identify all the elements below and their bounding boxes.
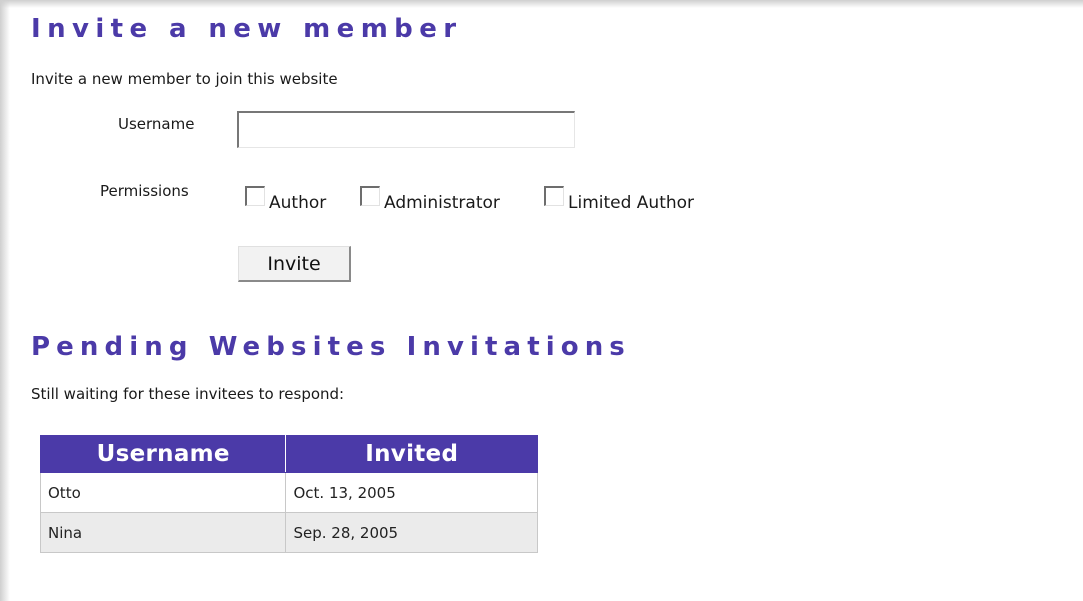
limited-author-checkbox[interactable] xyxy=(544,186,564,206)
invite-button[interactable]: Invite xyxy=(238,246,351,282)
administrator-checkbox[interactable] xyxy=(360,186,380,206)
permissions-label: Permissions xyxy=(100,182,189,200)
permission-administrator[interactable]: Administrator xyxy=(360,186,500,212)
permission-limited-author[interactable]: Limited Author xyxy=(544,186,694,212)
username-input[interactable] xyxy=(237,111,575,148)
invited-column-header: Invited xyxy=(285,435,538,473)
username-label: Username xyxy=(118,115,195,133)
invite-section-title: Invite a new member xyxy=(31,14,463,44)
username-column-header: Username xyxy=(39,435,287,473)
administrator-checkbox-label[interactable]: Administrator xyxy=(384,195,500,212)
author-checkbox-label[interactable]: Author xyxy=(269,195,326,212)
window-shadow-left xyxy=(0,0,10,601)
table-header-row: Username Invited xyxy=(39,435,538,473)
pending-invitations-table: Username Invited Otto Oct. 13, 2005 Nina… xyxy=(39,435,538,553)
limited-author-checkbox-label[interactable]: Limited Author xyxy=(568,195,694,212)
invite-section-description: Invite a new member to join this website xyxy=(31,70,338,88)
invited-date-cell: Oct. 13, 2005 xyxy=(285,472,538,513)
window-shadow-top xyxy=(0,0,1083,8)
invitee-username-cell: Otto xyxy=(39,472,287,513)
table-row: Nina Sep. 28, 2005 xyxy=(39,512,538,553)
table-row: Otto Oct. 13, 2005 xyxy=(39,472,538,513)
invited-date-cell: Sep. 28, 2005 xyxy=(285,512,538,553)
author-checkbox[interactable] xyxy=(245,186,265,206)
pending-section-description: Still waiting for these invitees to resp… xyxy=(31,385,345,403)
pending-section-title: Pending Websites Invitations xyxy=(31,332,631,362)
invitee-username-cell: Nina xyxy=(39,512,287,553)
permission-author[interactable]: Author xyxy=(245,186,326,212)
